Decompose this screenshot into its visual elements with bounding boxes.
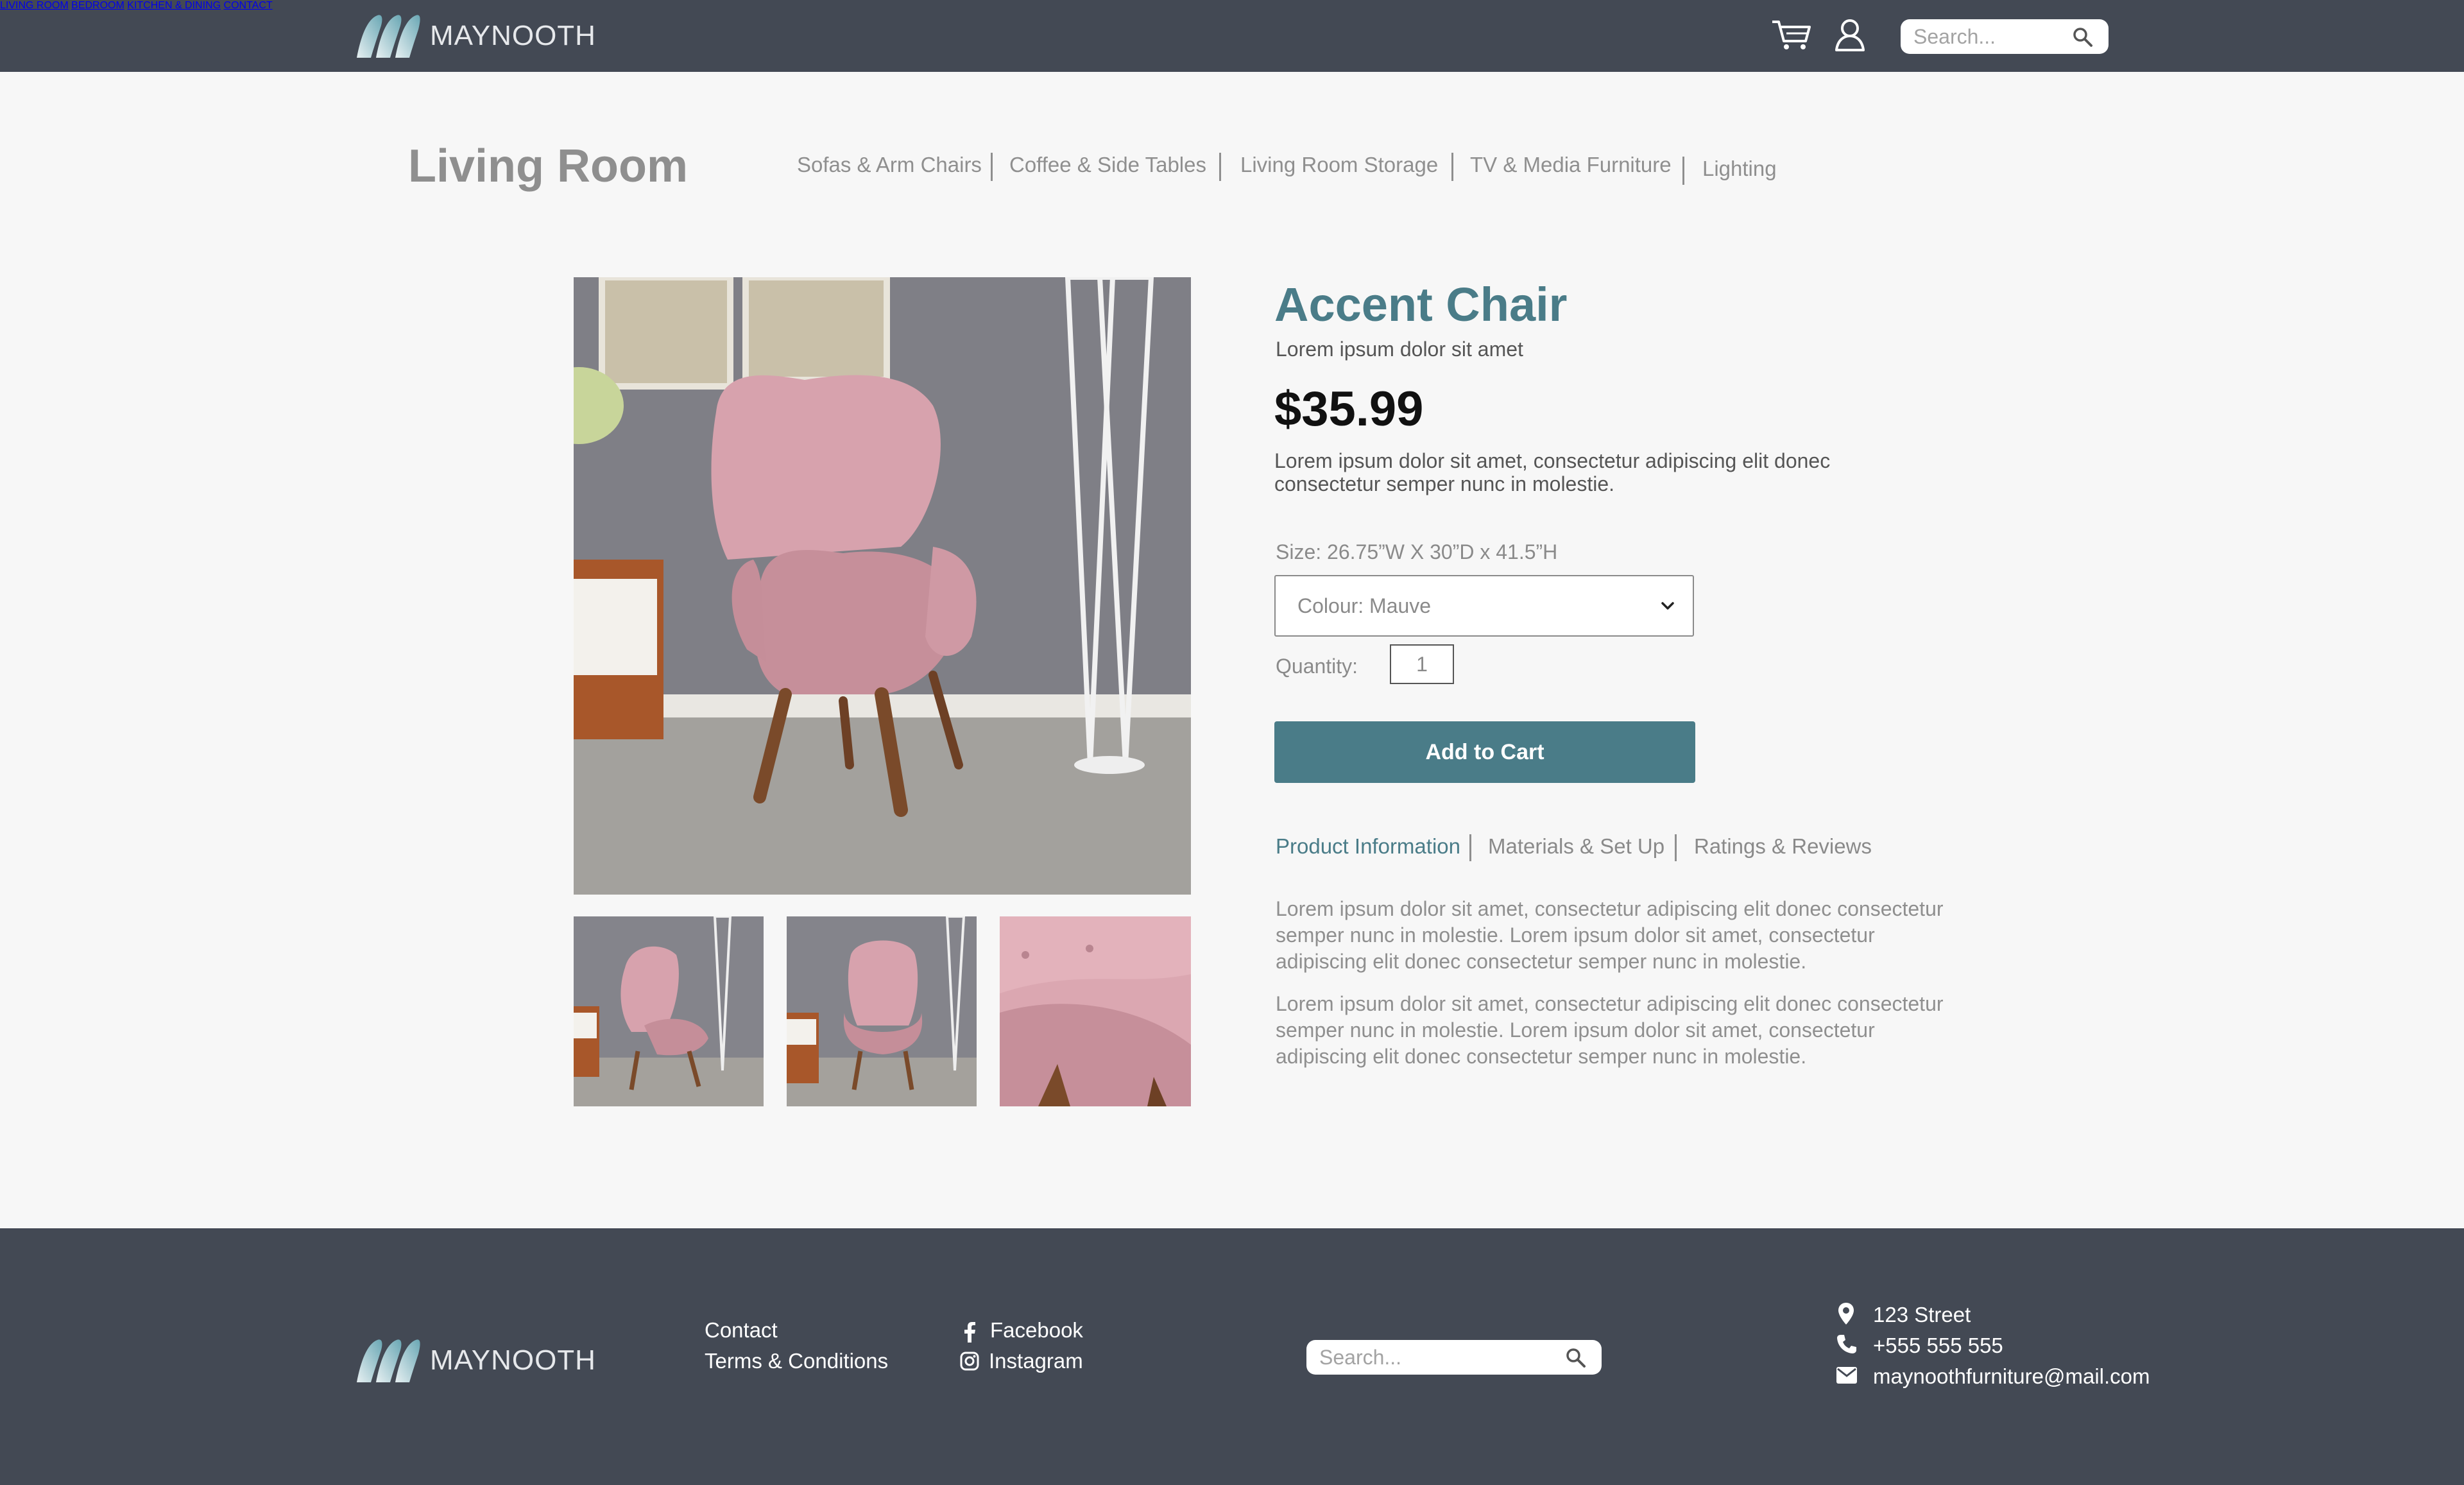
footer-brand-name: MAYNOOTH bbox=[430, 1344, 596, 1376]
subnav-divider bbox=[1219, 153, 1221, 181]
quantity-field[interactable] bbox=[1390, 644, 1454, 684]
tab-product-information[interactable]: Product Information bbox=[1276, 834, 1460, 859]
nav-kitchen-dining[interactable]: KITCHEN & DINING bbox=[127, 0, 221, 11]
subnav-living-room-storage[interactable]: Living Room Storage bbox=[1240, 153, 1438, 177]
search-icon[interactable] bbox=[2071, 26, 2094, 49]
product-main-image[interactable] bbox=[574, 277, 1191, 895]
subnav-coffee-side-tables[interactable]: Coffee & Side Tables bbox=[1009, 153, 1206, 177]
cart-icon[interactable] bbox=[1771, 19, 1812, 51]
search-icon[interactable] bbox=[1564, 1346, 1587, 1369]
subnav-divider bbox=[1682, 157, 1684, 185]
subnav-sofas-arm-chairs[interactable]: Sofas & Arm Chairs bbox=[797, 153, 982, 177]
add-to-cart-button[interactable]: Add to Cart bbox=[1274, 721, 1695, 783]
product-thumbnail-1[interactable] bbox=[574, 916, 764, 1106]
colour-select[interactable]: Colour: Mauve bbox=[1274, 575, 1694, 637]
facebook-icon[interactable] bbox=[963, 1322, 977, 1343]
chevron-down-icon bbox=[1661, 602, 1674, 610]
subnav-divider bbox=[991, 153, 993, 181]
instagram-icon[interactable] bbox=[960, 1352, 979, 1371]
brand-mark-icon bbox=[357, 15, 420, 58]
footer-link-instagram[interactable]: Instagram bbox=[989, 1349, 1083, 1373]
colour-select-value: Colour: Mauve bbox=[1297, 594, 1432, 617]
product-title: Accent Chair bbox=[1274, 278, 1568, 331]
tab-divider bbox=[1675, 834, 1677, 861]
quantity-input[interactable] bbox=[1391, 646, 1453, 683]
tab-divider bbox=[1469, 834, 1471, 861]
footer-link-contact[interactable]: Contact bbox=[705, 1318, 778, 1343]
footer-link-facebook[interactable]: Facebook bbox=[990, 1318, 1083, 1343]
page: MAYNOOTH LIVING ROOM BEDROOM KITCHEN & D… bbox=[0, 0, 2464, 1485]
product-thumbnail-2[interactable] bbox=[787, 916, 977, 1106]
product-info-paragraph: Lorem ipsum dolor sit amet, consectetur … bbox=[1276, 897, 1944, 973]
subnav-divider bbox=[1451, 153, 1453, 181]
product-price: $35.99 bbox=[1274, 382, 1424, 436]
phone-icon bbox=[1837, 1335, 1856, 1353]
brand-logo[interactable]: MAYNOOTH bbox=[354, 10, 596, 62]
product-subtitle: Lorem ipsum dolor sit amet bbox=[1276, 338, 1523, 361]
product-size: Size: 26.75”W X 30”D x 41.5”H bbox=[1276, 540, 1558, 563]
footer-phone: +555 555 555 bbox=[1873, 1334, 2003, 1357]
footer-search-input[interactable]: Search... bbox=[1306, 1340, 1602, 1375]
subnav-lighting[interactable]: Lighting bbox=[1702, 157, 1777, 181]
location-pin-icon bbox=[1838, 1303, 1854, 1325]
product-thumbnail-3[interactable] bbox=[1000, 916, 1191, 1106]
top-navigation-bar: MAYNOOTH LIVING ROOM BEDROOM KITCHEN & D… bbox=[0, 0, 2464, 72]
header-search-placeholder: Search... bbox=[1913, 24, 1996, 48]
product-description: Lorem ipsum dolor sit amet, consectetur … bbox=[1274, 449, 1831, 495]
footer-link-terms[interactable]: Terms & Conditions bbox=[705, 1349, 888, 1373]
user-icon[interactable] bbox=[1834, 18, 1866, 51]
category-title: Living Room bbox=[408, 141, 688, 192]
mail-icon bbox=[1836, 1367, 1857, 1384]
subnav-tv-media-furniture[interactable]: TV & Media Furniture bbox=[1470, 153, 1672, 177]
brand-name: MAYNOOTH bbox=[430, 20, 596, 51]
footer-email[interactable]: maynoothfurniture@mail.com bbox=[1873, 1364, 2150, 1389]
quantity-label: Quantity: bbox=[1276, 655, 1358, 678]
brand-mark-icon bbox=[357, 1339, 420, 1382]
header-search-input[interactable]: Search... bbox=[1901, 19, 2109, 54]
tab-materials-set-up[interactable]: Materials & Set Up bbox=[1488, 834, 1664, 859]
footer: MAYNOOTH Contact Terms & Conditions Face… bbox=[0, 1228, 2464, 1485]
footer-address: 123 Street bbox=[1873, 1303, 1971, 1326]
nav-bedroom[interactable]: BEDROOM bbox=[71, 0, 124, 11]
product-info-paragraph: Lorem ipsum dolor sit amet, consectetur … bbox=[1276, 992, 1944, 1068]
footer-brand-logo[interactable]: MAYNOOTH bbox=[354, 1335, 596, 1386]
footer-search-placeholder: Search... bbox=[1319, 1345, 1402, 1369]
nav-living-room[interactable]: LIVING ROOM bbox=[0, 0, 69, 11]
nav-contact[interactable]: CONTACT bbox=[224, 0, 273, 11]
tab-ratings-reviews[interactable]: Ratings & Reviews bbox=[1694, 834, 1872, 859]
